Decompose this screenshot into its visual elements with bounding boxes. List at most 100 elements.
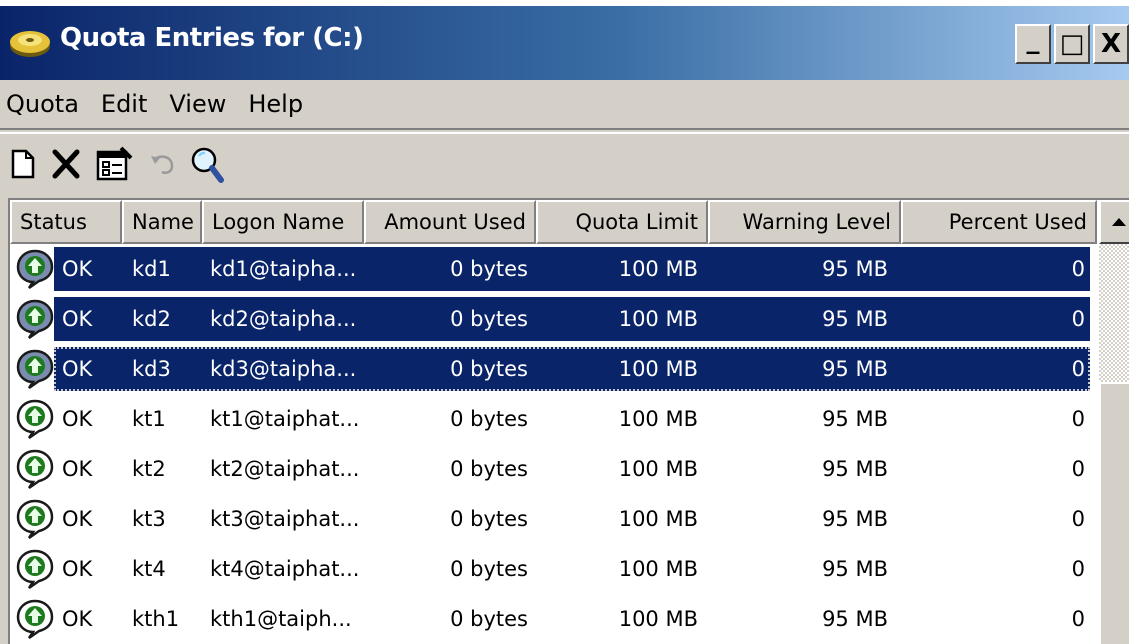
table-row[interactable]: OK kd2 kd2@taipha... 0 bytes 100 MB 95 MB 0 — [10, 294, 1097, 344]
table-row[interactable]: OK kt3 kt3@taiphat... 0 bytes 100 MB 95 MB 0 — [10, 494, 1097, 544]
status-ok-icon — [16, 399, 54, 440]
column-header-amount-used[interactable]: Amount Used — [364, 200, 536, 244]
name-cell: kth1 — [132, 607, 180, 631]
menu-quota[interactable]: Quota — [0, 90, 90, 118]
status-cell: OK — [62, 557, 93, 581]
maximize-icon: □ — [1059, 29, 1085, 59]
quota-limit-cell: 100 MB — [618, 507, 698, 531]
warning-level-cell: 95 MB — [822, 557, 888, 581]
column-headers: Status Name Logon Name Amount Used Quota… — [10, 200, 1097, 244]
name-cell: kt3 — [132, 507, 166, 531]
status-cell: OK — [62, 457, 93, 481]
column-header-percent-used[interactable]: Percent Used — [901, 200, 1097, 244]
column-header-warning-level[interactable]: Warning Level — [708, 200, 901, 244]
warning-level-cell: 95 MB — [822, 307, 888, 331]
scroll-up-button[interactable] — [1099, 200, 1129, 244]
new-entry-button[interactable] — [6, 144, 40, 184]
column-header-status[interactable]: Status — [10, 200, 122, 244]
percent-used-cell: 0 — [1071, 407, 1085, 431]
scroll-up-arrow-icon — [1112, 218, 1126, 226]
disk-quota-icon — [10, 31, 50, 57]
close-icon: X — [1100, 29, 1122, 59]
column-header-logon-name[interactable]: Logon Name — [202, 200, 364, 244]
table-row[interactable]: OK kd1 kd1@taipha... 0 bytes 100 MB 95 MB 0 — [10, 244, 1097, 294]
quota-limit-cell: 100 MB — [618, 307, 698, 331]
status-ok-icon — [16, 299, 54, 340]
logon-name-cell: kt2@taiphat... — [210, 457, 360, 481]
percent-used-cell: 0 — [1071, 557, 1085, 581]
menu-view[interactable]: View — [158, 90, 237, 118]
table-row[interactable]: OK kt4 kt4@taiphat... 0 bytes 100 MB 95 MB 0 — [10, 544, 1097, 594]
column-header-name[interactable]: Name — [122, 200, 202, 244]
status-cell: OK — [62, 507, 93, 531]
percent-used-cell: 0 — [1071, 357, 1085, 381]
warning-level-cell: 95 MB — [822, 257, 888, 281]
status-ok-icon — [16, 249, 54, 290]
warning-level-cell: 95 MB — [822, 607, 888, 631]
table-row[interactable]: OK kt1 kt1@taiphat... 0 bytes 100 MB 95 MB 0 — [10, 394, 1097, 444]
warning-level-cell: 95 MB — [822, 407, 888, 431]
logon-name-cell: kd2@taipha... — [210, 307, 357, 331]
toolbar — [0, 134, 1129, 194]
quota-limit-cell: 100 MB — [618, 607, 698, 631]
status-ok-icon — [16, 449, 54, 490]
quota-entries-list[interactable]: Status Name Logon Name Amount Used Quota… — [8, 198, 1129, 644]
percent-used-cell: 0 — [1071, 457, 1085, 481]
undo-icon — [151, 155, 174, 174]
logon-name-cell: kt4@taiphat... — [210, 557, 360, 581]
quota-entries-window: Quota Entries for (C:) _ □ X Quota Edit … — [0, 6, 1129, 644]
scrollbar-thumb[interactable] — [1099, 382, 1129, 644]
table-row[interactable]: OK kt2 kt2@taiphat... 0 bytes 100 MB 95 MB 0 — [10, 444, 1097, 494]
status-cell: OK — [62, 357, 93, 381]
menu-edit[interactable]: Edit — [90, 90, 158, 118]
warning-level-cell: 95 MB — [822, 357, 888, 381]
table-row[interactable]: OK kth1 kth1@taiph... 0 bytes 100 MB 95 MB 0 — [10, 594, 1097, 644]
warning-level-cell: 95 MB — [822, 507, 888, 531]
amount-used-cell: 0 bytes — [450, 557, 528, 581]
properties-button[interactable] — [94, 144, 134, 184]
percent-used-cell: 0 — [1071, 257, 1085, 281]
delete-icon — [52, 149, 80, 179]
name-cell: kt4 — [132, 557, 166, 581]
column-header-quota-limit[interactable]: Quota Limit — [536, 200, 708, 244]
amount-used-cell: 0 bytes — [450, 607, 528, 631]
delete-button[interactable] — [48, 144, 84, 184]
status-cell: OK — [62, 607, 93, 631]
close-button[interactable]: X — [1093, 24, 1129, 64]
quota-rows: OK kd1 kd1@taipha... 0 bytes 100 MB 95 MB 0 OK k… — [10, 244, 1097, 644]
logon-name-cell: kt3@taiphat... — [210, 507, 360, 531]
quota-limit-cell: 100 MB — [618, 407, 698, 431]
warning-level-cell: 95 MB — [822, 457, 888, 481]
minimize-button[interactable]: _ — [1015, 24, 1051, 64]
percent-used-cell: 0 — [1071, 607, 1085, 631]
amount-used-cell: 0 bytes — [450, 457, 528, 481]
window-title: Quota Entries for (C:) — [60, 23, 364, 53]
percent-used-cell: 0 — [1071, 307, 1085, 331]
name-cell: kd2 — [132, 307, 171, 331]
new-entry-icon — [11, 149, 35, 179]
name-cell: kt2 — [132, 457, 166, 481]
undo-button[interactable] — [146, 144, 180, 184]
quota-limit-cell: 100 MB — [618, 357, 698, 381]
amount-used-cell: 0 bytes — [450, 357, 528, 381]
name-cell: kd1 — [132, 257, 171, 281]
minimize-icon: _ — [1026, 25, 1040, 55]
status-cell: OK — [62, 307, 93, 331]
table-row[interactable]: OK kd3 kd3@taipha... 0 bytes 100 MB 95 MB 0 — [10, 344, 1097, 394]
quota-limit-cell: 100 MB — [618, 257, 698, 281]
amount-used-cell: 0 bytes — [450, 507, 528, 531]
name-cell: kt1 — [132, 407, 166, 431]
status-ok-icon — [16, 599, 54, 640]
maximize-button[interactable]: □ — [1054, 24, 1090, 64]
properties-icon — [96, 146, 133, 181]
menu-bar: Quota Edit View Help — [0, 80, 1129, 130]
status-cell: OK — [62, 257, 93, 281]
logon-name-cell: kt1@taiphat... — [210, 407, 360, 431]
amount-used-cell: 0 bytes — [450, 257, 528, 281]
status-cell: OK — [62, 407, 93, 431]
status-ok-icon — [16, 499, 54, 540]
vertical-scrollbar[interactable] — [1099, 200, 1129, 644]
title-bar[interactable]: Quota Entries for (C:) _ □ X — [0, 6, 1129, 80]
find-button[interactable] — [186, 144, 226, 184]
menu-help[interactable]: Help — [237, 90, 314, 118]
